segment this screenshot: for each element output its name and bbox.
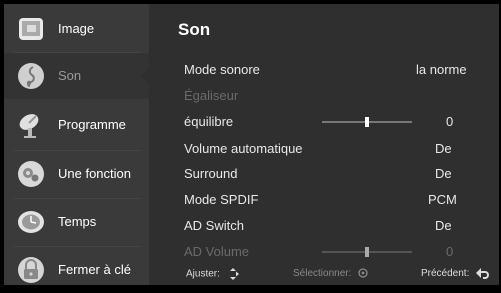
sidebar-item-une-fonction[interactable]: Une fonction: [4, 151, 149, 197]
setting-label: Volume automatique: [184, 141, 303, 156]
sidebar-item-label: Temps: [58, 214, 97, 229]
setting-value: 0: [446, 244, 454, 259]
image-icon: [19, 18, 43, 40]
hint-label: Sélectionner:: [293, 268, 352, 279]
setting-label: Mode sonore: [184, 62, 260, 77]
setting-value: De: [435, 166, 452, 181]
slider-knob[interactable]: [365, 117, 369, 127]
sidebar-item-son[interactable]: Son: [4, 53, 149, 99]
clock-icon: [18, 211, 44, 233]
setting-row-surround[interactable]: Surround De: [184, 163, 474, 185]
ok-button-icon: [358, 268, 368, 279]
setting-value: De: [435, 141, 452, 156]
setting-row-egaliseur: Égaliseur: [184, 85, 474, 107]
setting-row-volume-automatique[interactable]: Volume automatique De: [184, 138, 474, 160]
setting-row-ad-volume: AD Volume 0: [184, 241, 474, 263]
setting-value: De: [435, 218, 452, 233]
hint-label: Précédent:: [421, 268, 470, 280]
setting-row-mode-spdif[interactable]: Mode SPDIF PCM: [184, 189, 474, 211]
slider-knob: [365, 247, 369, 257]
setting-value: 0: [446, 114, 454, 129]
sidebar: Image Son Programme Une fonction Temps F…: [4, 4, 152, 285]
balance-slider[interactable]: [322, 117, 412, 127]
sidebar-item-label: Une fonction: [58, 166, 131, 181]
setting-value: la norme: [416, 62, 467, 77]
hint-label: Ajuster:: [186, 268, 220, 280]
setting-label: Mode SPDIF: [184, 192, 259, 207]
sidebar-item-image[interactable]: Image: [4, 6, 149, 52]
setting-label: Égaliseur: [184, 88, 239, 103]
lock-icon: [18, 257, 44, 283]
setting-label: Surround: [184, 166, 238, 181]
setting-row-ad-switch[interactable]: AD Switch De: [184, 215, 474, 237]
setting-label: AD Volume: [184, 244, 250, 259]
hint-adjust: Ajuster:: [186, 268, 239, 280]
arrow-keys-icon: [229, 268, 239, 280]
page-title: Son: [178, 20, 211, 39]
setting-row-equilibre[interactable]: équilibre 0: [184, 111, 474, 133]
function-gears-icon: [18, 161, 44, 187]
sidebar-item-label: Son: [58, 68, 82, 83]
sidebar-item-fermer-a-cle[interactable]: Fermer à clé: [4, 247, 149, 293]
setting-value: PCM: [428, 192, 457, 207]
setting-label: équilibre: [184, 114, 234, 129]
setting-row-mode-sonore[interactable]: Mode sonore la norme: [184, 59, 474, 81]
music-note-icon: [18, 63, 44, 89]
ad-volume-slider: [322, 247, 412, 257]
hint-select: Sélectionner:: [293, 268, 368, 279]
satellite-dish-icon: [19, 114, 39, 138]
sidebar-item-label: Image: [58, 21, 95, 36]
sidebar-item-label: Programme: [58, 117, 126, 132]
setting-label: AD Switch: [184, 218, 244, 233]
sidebar-item-temps[interactable]: Temps: [4, 199, 149, 245]
sidebar-item-label: Fermer à clé: [58, 262, 131, 277]
back-arrow-icon: [476, 268, 490, 279]
active-indicator: [141, 65, 152, 87]
sidebar-item-programme[interactable]: Programme: [4, 102, 149, 148]
hint-back: Précédent:: [421, 268, 490, 280]
